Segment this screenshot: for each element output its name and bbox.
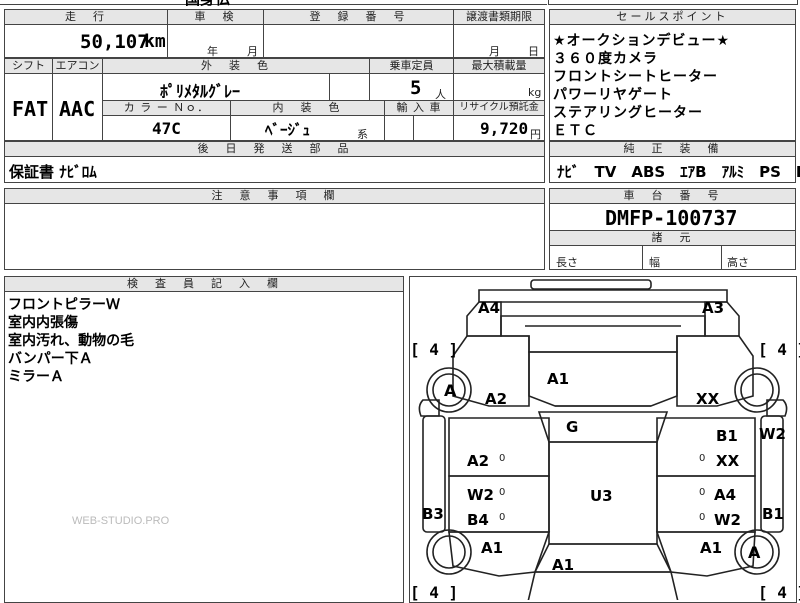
inspector-item: バンパー下Ａ (8, 351, 93, 367)
shift-value: FAT (12, 97, 49, 121)
specs-width-label: 幅 (649, 256, 660, 269)
inspection-month: 月 (247, 45, 258, 58)
registration-cell (263, 24, 454, 58)
aircon-header: エアコン (52, 58, 103, 74)
sales-point-item: パワーリヤゲート (553, 87, 673, 103)
import-cell (384, 115, 414, 141)
car-diagram-outline (418, 279, 788, 600)
later-parts-value: 保証書 ﾅﾋﾞﾛﾑ (9, 163, 97, 181)
inspector-item: ミラーＡ (8, 369, 64, 385)
mark-hood: A1 (547, 370, 570, 388)
transfer-month: 月 (489, 45, 500, 58)
tyre-front-left-depth: [ 4 ] (410, 340, 459, 359)
interior-color-suffix: 系 (357, 128, 368, 141)
top-fragment-text: 国身仏 (185, 0, 230, 9)
dent-indicator: 0 (699, 512, 706, 523)
wheel-front-left-mark: A (444, 381, 457, 400)
dent-indicator: 0 (699, 487, 706, 498)
mark-door-rear-left-b: B4 (467, 511, 489, 529)
capacity-header: 乗車定員 (369, 58, 454, 74)
specs-length-label: 長さ (556, 256, 578, 269)
transfer-day: 日 (528, 45, 539, 58)
mark-side-right: B1 (762, 505, 784, 523)
equipment-value: ﾅﾋﾞ TV ABS ｴｱB ｱﾙﾐ PS PW (557, 163, 800, 181)
dent-indicator: 0 (499, 453, 506, 464)
mark-side-left: B3 (422, 505, 444, 523)
dent-indicator: 0 (699, 453, 706, 464)
specs-header: 諸 元 (549, 230, 796, 246)
tyre-front-right-depth: [ 4 ] (758, 340, 800, 359)
mark-door-rear-right-w: W2 (714, 511, 741, 529)
mark-windshield: G (566, 418, 579, 436)
color-no-value: 47C (152, 119, 181, 138)
max-load-header: 最大積載量 (453, 58, 545, 74)
tyre-rear-right-depth: [ 4 ] (758, 583, 800, 602)
top-frame-fragment-right (548, 0, 798, 5)
tyre-rear-left-depth: [ 4 ] (410, 583, 459, 602)
inspector-item: フロントピラーＷ (8, 297, 120, 313)
mark-front-left-corner: A4 (478, 299, 501, 317)
mileage-value: 50,107 (80, 31, 149, 53)
aircon-value: AAC (59, 97, 96, 121)
equipment-header: 純 正 装 備 (549, 141, 796, 157)
sales-point-item: フロントシートヒーター (553, 69, 718, 85)
mark-quarter-rear-right: A1 (700, 539, 723, 557)
registration-header: 登 録 番 号 (263, 9, 454, 25)
mark-fender-front-left: A2 (485, 390, 508, 408)
sales-points-header: セールスポイント (549, 9, 796, 25)
inspection-year: 年 (207, 45, 218, 58)
mark-trunk: A1 (552, 556, 575, 574)
watermark: WEB-STUDIO.PRO (72, 515, 170, 527)
chassis-value: DMFP-100737 (605, 206, 738, 230)
transfer-header: 譲渡書類期限 (453, 9, 545, 25)
dent-indicator: 0 (499, 512, 506, 523)
recycle-value: 9,720 (480, 119, 529, 138)
mark-door-front-left: A2 (467, 452, 490, 470)
recycle-header: リサイクル預託金 (453, 100, 545, 116)
shift-header: シフト (4, 58, 53, 74)
inspector-header: 検 査 員 記 入 欄 (4, 276, 404, 292)
mark-door-rear-right-a: A4 (714, 486, 737, 504)
mark-door-rear-left-w: W2 (467, 486, 494, 504)
notes-cell (4, 203, 545, 270)
sales-point-item: ★オークションデビュー★ (553, 33, 731, 49)
capacity-value: 5 (410, 77, 422, 99)
mark-roof: U3 (590, 487, 613, 505)
mileage-unit: km (144, 31, 166, 52)
mark-pillar-right: W2 (759, 425, 786, 443)
later-parts-header: 後 日 発 送 部 品 (4, 141, 545, 157)
wheel-rear-right-mark: A (748, 543, 761, 562)
color-no-header: カ ラ ー Ｎｏ． (102, 100, 231, 116)
mark-front-right-corner: A3 (702, 299, 725, 317)
import-cell-right (413, 115, 454, 141)
interior-color-value: ﾍﾞｰｼﾞｭ (265, 121, 311, 139)
exterior-color-cell-right (329, 73, 370, 101)
notes-header: 注 意 事 項 欄 (4, 188, 545, 204)
top-frame-fragment (0, 0, 547, 5)
mark-door-front-right-top: B1 (716, 427, 738, 445)
mark-quarter-rear-left: A1 (481, 539, 504, 557)
exterior-color-header: 外 装 色 (102, 58, 370, 74)
import-header: 輸 入 車 (384, 100, 454, 116)
inspector-item: 室内汚れ、動物の毛 (8, 333, 135, 349)
inspection-header: 車 検 (167, 9, 264, 25)
sales-point-item: ステアリングヒーター (553, 105, 703, 121)
recycle-unit: 円 (530, 128, 541, 141)
mark-fender-front-right: XX (696, 390, 720, 408)
inspector-item: 室内内張傷 (8, 315, 78, 331)
dent-indicator: 0 (499, 487, 506, 498)
sales-point-item: ３６０度カメラ (553, 51, 658, 67)
chassis-header: 車 台 番 号 (549, 188, 796, 204)
sales-point-item: ＥＴＣ (553, 123, 598, 139)
mileage-header: 走 行 (4, 9, 168, 25)
specs-height-label: 高さ (727, 256, 749, 269)
exterior-color-value: ﾎﾟﾘﾒﾀﾙｸﾞﾚｰ (160, 82, 241, 101)
interior-color-header: 内 装 色 (230, 100, 385, 116)
mark-door-front-right: XX (716, 452, 740, 470)
max-load-unit: kg (528, 86, 542, 99)
